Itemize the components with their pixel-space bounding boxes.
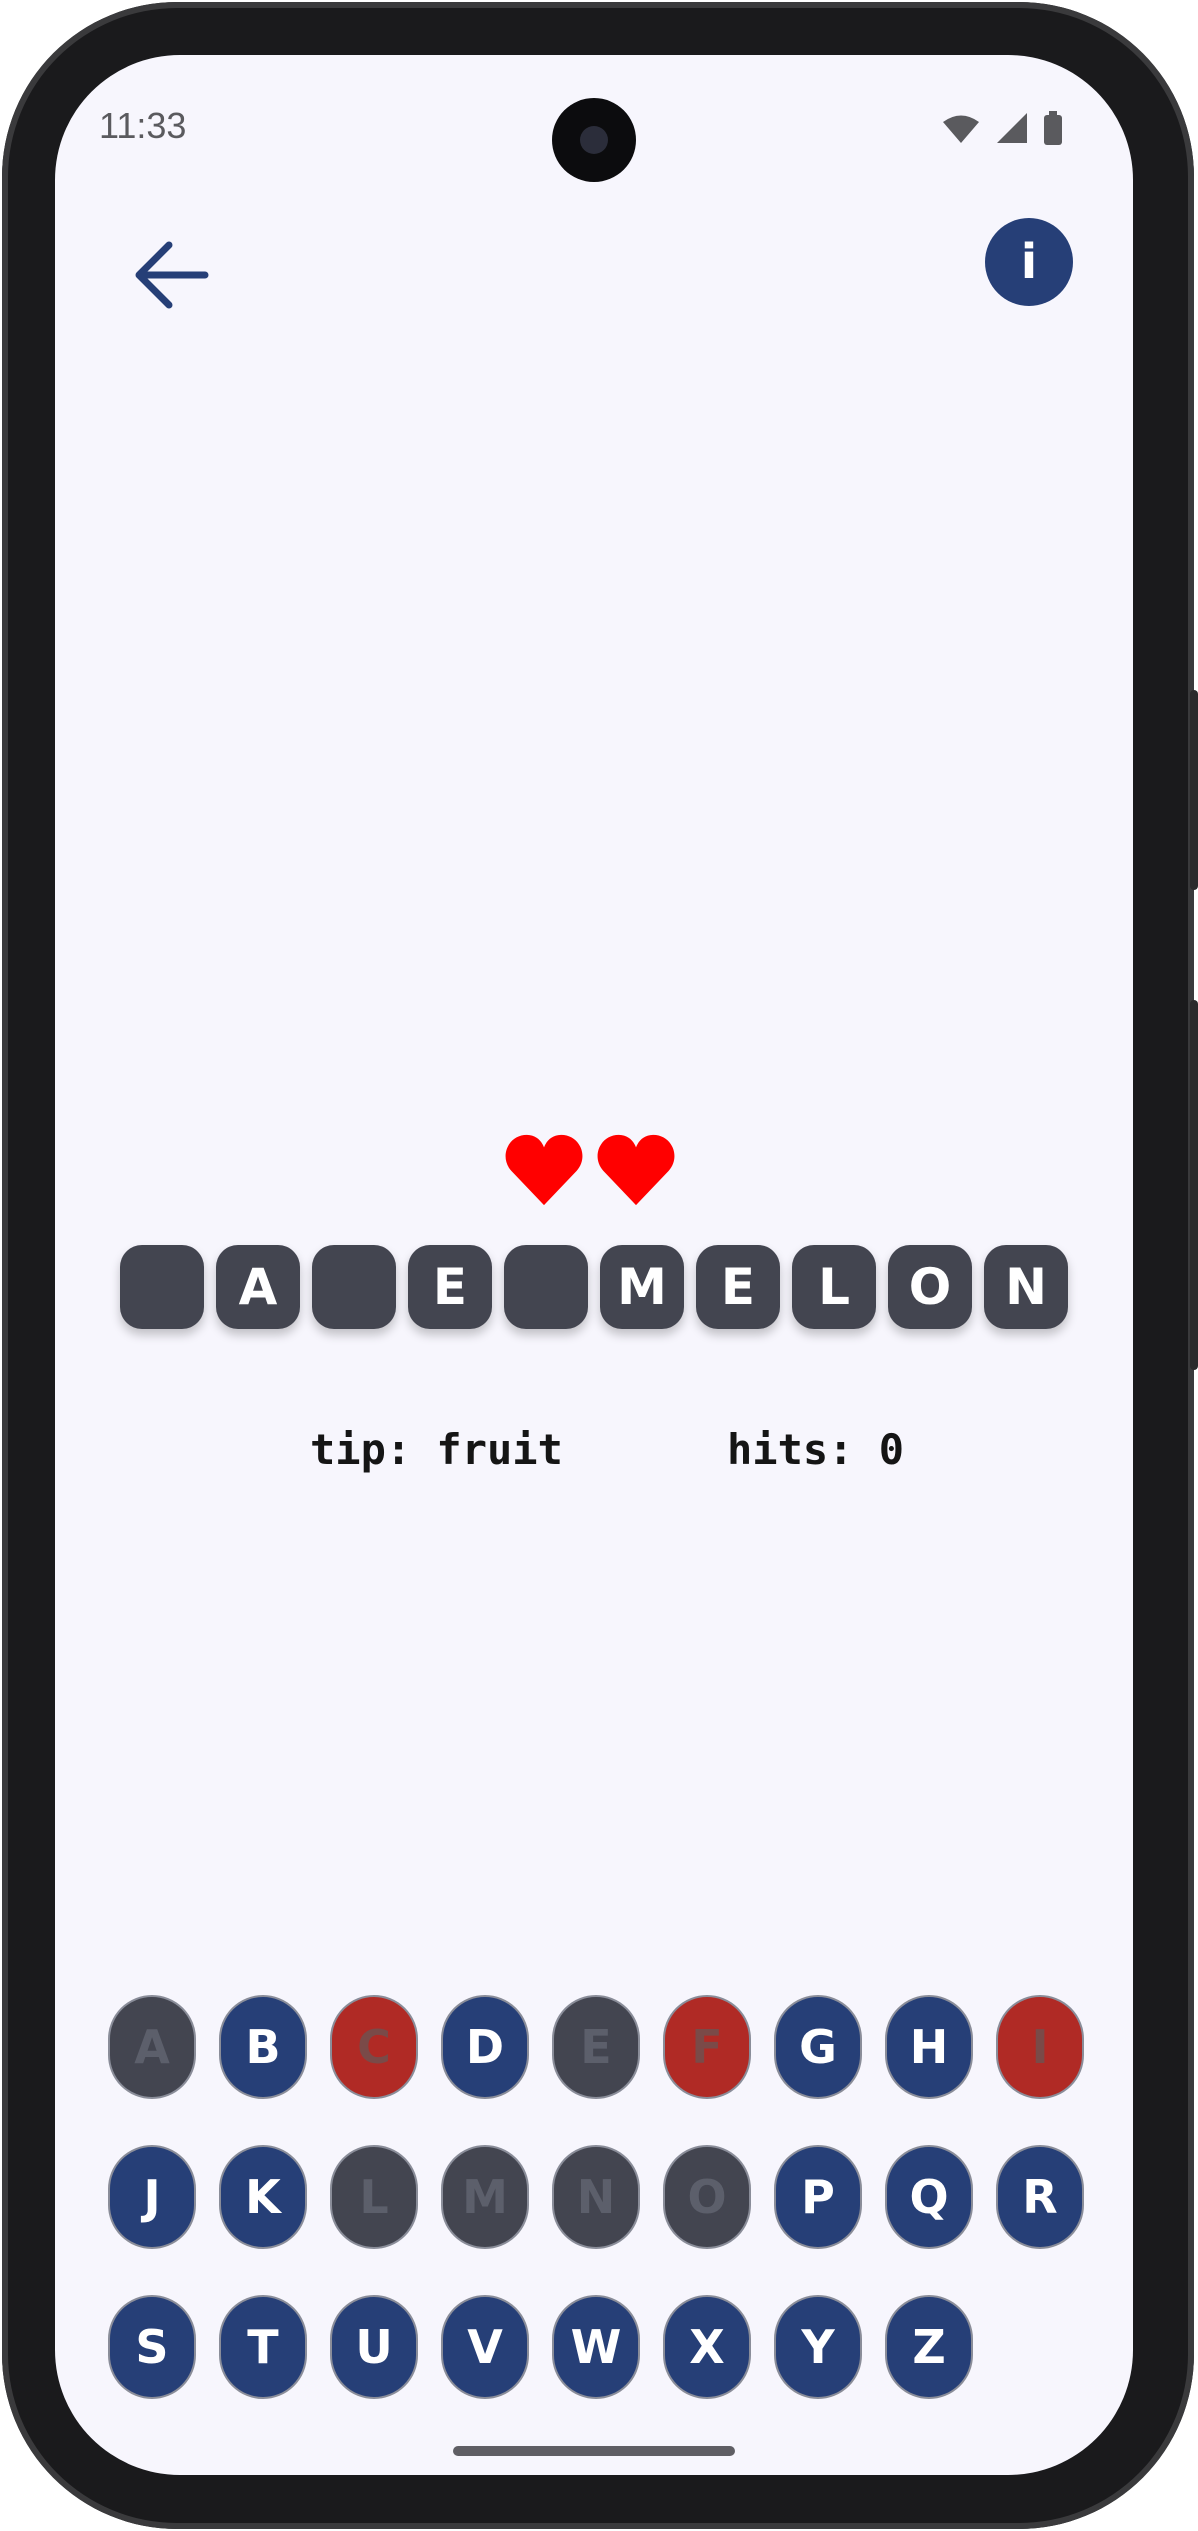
letter-tile: O: [888, 1245, 972, 1329]
key-q[interactable]: Q: [885, 2145, 973, 2249]
arrow-left-icon: [135, 241, 209, 309]
key-a[interactable]: A: [108, 1995, 196, 2099]
heart-icon: [597, 1134, 675, 1206]
key-j[interactable]: J: [108, 2145, 196, 2249]
volume-button: [1190, 690, 1198, 890]
hits-counter: hits: 0: [727, 1425, 905, 1474]
letter-tile-blank: [312, 1245, 396, 1329]
key-k[interactable]: K: [219, 2145, 307, 2249]
key-w[interactable]: W: [552, 2295, 640, 2399]
letter-tile: E: [408, 1245, 492, 1329]
word-display: AEMELON: [120, 1245, 1080, 1329]
app-screen: 11:33 i AEMELON tip: fruit hits: 0 ABCDE…: [55, 55, 1133, 2475]
letter-tile: L: [792, 1245, 876, 1329]
key-v[interactable]: V: [441, 2295, 529, 2399]
key-b[interactable]: B: [219, 1995, 307, 2099]
key-z[interactable]: Z: [885, 2295, 973, 2399]
key-i[interactable]: I: [996, 1995, 1084, 2099]
key-p[interactable]: P: [774, 2145, 862, 2249]
heart-icon: [505, 1134, 583, 1206]
key-r[interactable]: R: [996, 2145, 1084, 2249]
wifi-icon: [943, 115, 979, 143]
key-u[interactable]: U: [330, 2295, 418, 2399]
key-o[interactable]: O: [663, 2145, 751, 2249]
front-camera: [552, 98, 636, 182]
key-t[interactable]: T: [219, 2295, 307, 2399]
key-f[interactable]: F: [663, 1995, 751, 2099]
letter-tile: N: [984, 1245, 1068, 1329]
tip-text: tip: fruit: [310, 1425, 563, 1474]
power-button: [1190, 1000, 1198, 1370]
letter-tile-blank: [504, 1245, 588, 1329]
letter-tile: A: [216, 1245, 300, 1329]
battery-icon: [1044, 111, 1062, 145]
key-e[interactable]: E: [552, 1995, 640, 2099]
key-y[interactable]: Y: [774, 2295, 862, 2399]
key-l[interactable]: L: [330, 2145, 418, 2249]
letter-keyboard: ABCDEFGHI JKLMNOPQR STUVWXYZ: [108, 1995, 1088, 2399]
key-d[interactable]: D: [441, 1995, 529, 2099]
home-indicator[interactable]: [453, 2446, 735, 2456]
info-button[interactable]: i: [985, 218, 1073, 306]
lives-indicator: [505, 1133, 675, 1207]
letter-tile-blank: [120, 1245, 204, 1329]
key-m[interactable]: M: [441, 2145, 529, 2249]
signal-icon: [997, 113, 1027, 143]
key-c[interactable]: C: [330, 1995, 418, 2099]
key-x[interactable]: X: [663, 2295, 751, 2399]
key-n[interactable]: N: [552, 2145, 640, 2249]
key-g[interactable]: G: [774, 1995, 862, 2099]
letter-tile: E: [696, 1245, 780, 1329]
key-s[interactable]: S: [108, 2295, 196, 2399]
status-icons: [941, 111, 1063, 145]
letter-tile: M: [600, 1245, 684, 1329]
status-time: 11:33: [99, 105, 187, 146]
key-h[interactable]: H: [885, 1995, 973, 2099]
back-button[interactable]: [121, 225, 221, 325]
